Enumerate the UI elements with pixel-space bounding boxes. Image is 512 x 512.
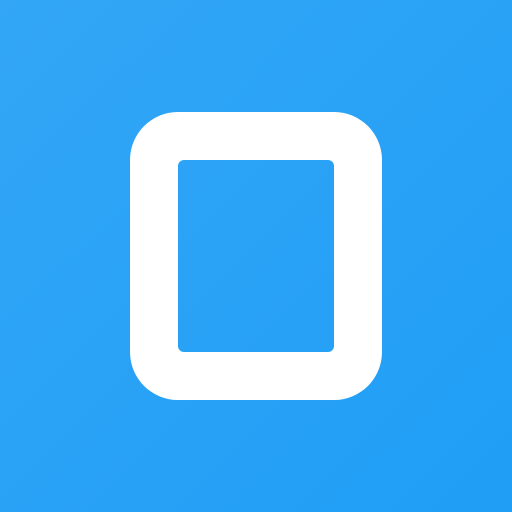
app-icon-background bbox=[0, 0, 512, 512]
rectangle-outline-shape bbox=[130, 112, 382, 400]
rectangle-outline-icon bbox=[130, 112, 382, 400]
